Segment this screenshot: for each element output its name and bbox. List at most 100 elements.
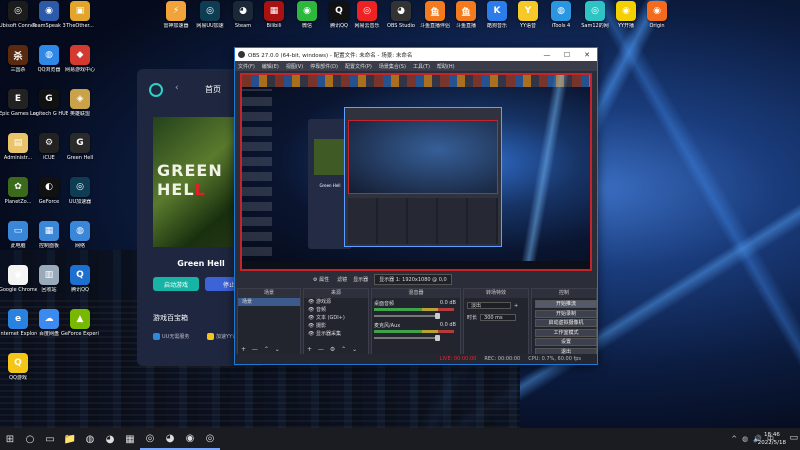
obs-preview[interactable]: Green Hell xyxy=(240,73,592,271)
desktop-icon[interactable]: ◉ 微信 xyxy=(290,1,324,29)
obs-titlebar[interactable]: OBS 27.0.0 (64-bit, windows) - 配置文件: 未命名… xyxy=(235,48,597,61)
desktop-icon[interactable]: ▲ GeForce Experience xyxy=(61,309,99,337)
desktop-icon[interactable]: Y YY语音 xyxy=(511,1,545,29)
taskbar-app-icon[interactable]: ▦ xyxy=(120,428,140,450)
mixer-ch1-name: 桌面音频 xyxy=(374,301,395,307)
source-properties-button[interactable]: ⚙ 属性 xyxy=(313,276,329,283)
control-button[interactable]: 开始推流 xyxy=(535,300,597,308)
scenes-dock[interactable]: 场景 场景 + — ⌃ ⌄ xyxy=(237,288,301,356)
sources-dock[interactable]: 来源 👁 游戏源 👁 音频 👁 文本 (GDI+) 👁 摄影 👁 显示器采集 + — ⚙… xyxy=(303,288,369,356)
desktop-icon[interactable]: ▦ Bilibili xyxy=(257,1,291,29)
scenes-footer-buttons[interactable]: + — ⌃ ⌄ xyxy=(241,346,282,353)
tray-icon[interactable]: ◍ xyxy=(742,435,748,443)
menu-item[interactable]: 帮助(H) xyxy=(437,63,455,70)
control-button[interactable]: 开始录制 xyxy=(535,309,597,318)
menu-item[interactable]: 编辑(E) xyxy=(262,63,279,70)
desktop-icon[interactable]: ◎ 网易云音乐 xyxy=(350,1,384,29)
taskbar-app-icon[interactable]: ◕ xyxy=(160,428,180,450)
desktop-icon[interactable]: ⚡ 雷神加速器 xyxy=(159,1,193,29)
launcher-logo-icon xyxy=(149,83,163,97)
taskview-icon[interactable]: ▭ xyxy=(40,428,60,450)
duration-input[interactable]: 300 ms xyxy=(480,314,517,321)
app-icon: ◕ xyxy=(391,1,411,21)
visibility-icon[interactable]: 👁 xyxy=(308,315,316,321)
source-item[interactable]: 👁 音频 xyxy=(304,306,368,314)
menu-item[interactable]: 工具(T) xyxy=(413,63,430,70)
desktop-icon[interactable]: ◎ 网易UU加速 xyxy=(193,1,227,29)
desktop-icon[interactable]: ◆ 网易游戏中心 xyxy=(63,45,97,73)
desktop-icon[interactable]: ◉ Origin xyxy=(640,1,674,29)
add-transition-icon[interactable]: + xyxy=(514,303,518,309)
obs-window[interactable]: OBS 27.0.0 (64-bit, windows) - 配置文件: 未命名… xyxy=(234,47,598,365)
search-icon[interactable]: ○ xyxy=(20,428,40,450)
source-item[interactable]: 👁 显示器采集 xyxy=(304,330,368,338)
desktop-icon[interactable]: Q 腾讯QQ xyxy=(63,265,97,293)
desktop-icon[interactable]: Q QQ游戏 xyxy=(1,353,35,381)
maximize-icon[interactable]: ☐ xyxy=(557,51,577,59)
app-icon: Q xyxy=(8,353,28,373)
desktop-icon[interactable]: ◍ iTools 4 xyxy=(544,1,578,29)
preview-game-art xyxy=(314,139,346,175)
toolbox-heading: 游戏百宝箱 xyxy=(153,314,188,322)
nav-home[interactable]: 首页 xyxy=(205,84,221,95)
desktop-icon[interactable]: ◍ 网络 xyxy=(63,221,97,249)
menu-item[interactable]: 文件(F) xyxy=(238,63,255,70)
menu-item[interactable]: 配置文件(P) xyxy=(345,63,372,70)
tag-yy[interactable]: 加速YY语 xyxy=(207,333,237,340)
minimize-icon[interactable]: — xyxy=(537,51,557,59)
slider-handle[interactable] xyxy=(435,313,440,319)
mixer-ch1-slider[interactable] xyxy=(374,313,440,319)
mixer-dock[interactable]: 混音器 桌面音频 0.0 dB 麦克风/Aux 0.0 dB xyxy=(371,288,461,356)
source-item[interactable]: 👁 摄影 xyxy=(304,322,368,330)
source-item[interactable]: 👁 文本 (GDI+) xyxy=(304,314,368,322)
transition-select[interactable]: 淡出 xyxy=(467,302,511,309)
tag-uu[interactable]: UU无需服务 xyxy=(153,333,189,340)
taskbar-app-icon[interactable]: ◎ xyxy=(140,428,160,450)
duration-label: 时长 xyxy=(467,315,478,321)
desktop-icon[interactable]: ◕ OBS Studio xyxy=(384,1,418,29)
notification-icon[interactable]: ▭ xyxy=(789,433,798,443)
start-game-button[interactable]: 启动游戏 xyxy=(153,277,199,291)
visibility-icon[interactable]: 👁 xyxy=(308,299,316,305)
app-icon: ✿ xyxy=(8,177,28,197)
desktop-icon[interactable]: ▣ TheOther... xyxy=(63,1,97,29)
desktop-icon-label: UU加速器 xyxy=(68,199,92,205)
menu-item[interactable]: 场景集合(S) xyxy=(379,63,406,70)
tray-icon[interactable]: ^ xyxy=(731,435,737,443)
menu-item[interactable]: 停靠部件(D) xyxy=(310,63,338,70)
taskbar-app-icon[interactable]: ◉ xyxy=(180,428,200,450)
control-button[interactable]: 设置 xyxy=(535,338,597,346)
mixer-ch2-slider[interactable] xyxy=(374,335,440,341)
display-select[interactable]: 显示器 1: 1920x1080 @ 0,0 xyxy=(374,274,452,285)
controls-dock[interactable]: 控制 开始推流 开始录制 启动虚拟摄像机 工作室模式 设置 退出 xyxy=(531,288,597,356)
preview-light-beam xyxy=(516,75,576,269)
visibility-icon[interactable]: 👁 xyxy=(308,331,316,337)
desktop-icon[interactable]: ◎ UU加速器 xyxy=(63,177,97,205)
taskbar-app-icon[interactable]: ◍ xyxy=(80,428,100,450)
desktop-icon[interactable]: ◈ 英雄联盟 xyxy=(63,89,97,117)
sources-footer-buttons[interactable]: + — ⚙ ⌃ ⌄ xyxy=(307,346,359,353)
visibility-icon[interactable]: 👁 xyxy=(308,307,316,313)
transitions-dock[interactable]: 转场特效 淡出 + 时长 300 ms xyxy=(463,288,529,356)
app-icon: ◎ xyxy=(70,177,90,197)
clock[interactable]: 18:46 2022/5/18 xyxy=(758,431,786,447)
taskbar-app-icon[interactable]: ◎ xyxy=(200,428,220,450)
taskbar-app-icon[interactable]: ◕ xyxy=(100,428,120,450)
slider-handle[interactable] xyxy=(435,335,440,341)
menu-item[interactable]: 视图(V) xyxy=(286,63,303,70)
back-icon[interactable]: ‹ xyxy=(175,83,179,93)
desktop-icon[interactable]: G Green Hell xyxy=(63,133,97,161)
control-button[interactable]: 工作室模式 xyxy=(535,328,597,337)
taskbar-app-icon[interactable]: 📁 xyxy=(60,428,80,450)
control-button[interactable]: 启动虚拟摄像机 xyxy=(535,319,597,327)
close-icon[interactable]: ✕ xyxy=(577,50,597,59)
transitions-header: 转场特效 xyxy=(464,289,528,298)
scene-item[interactable]: 场景 xyxy=(238,298,300,306)
app-icon: 杀 xyxy=(8,45,28,65)
game-cover-title-suffix: L xyxy=(194,180,206,199)
source-item[interactable]: 👁 游戏源 xyxy=(304,298,368,306)
filters-button[interactable]: 滤镜 xyxy=(337,276,347,283)
visibility-icon[interactable]: 👁 xyxy=(308,323,316,329)
live-status: LIVE: 00:00:00 xyxy=(439,356,477,362)
start-button[interactable]: ⊞ xyxy=(0,428,20,450)
